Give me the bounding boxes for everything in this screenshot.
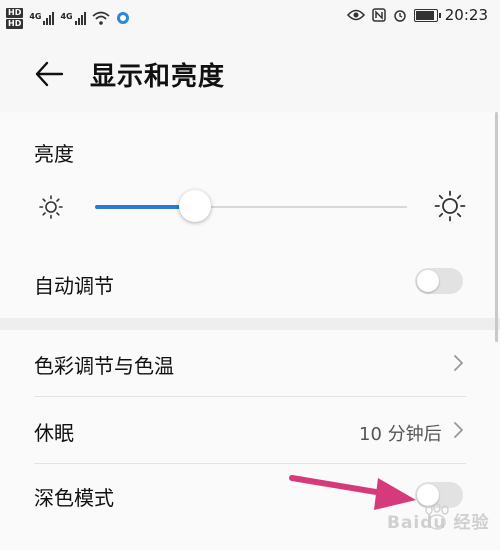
app-header: 显示和亮度 — [0, 48, 500, 100]
signal-icon: 4G — [29, 11, 55, 25]
toggle-knob — [417, 270, 439, 292]
back-arrow-icon[interactable] — [34, 60, 64, 88]
watermark: Baidu 经验 — [383, 500, 493, 536]
scrollbar[interactable] — [495, 112, 498, 342]
sleep-label: 休眠 — [34, 421, 74, 445]
chevron-right-icon — [454, 422, 463, 438]
section-gap — [0, 318, 500, 330]
auto-adjust-label: 自动调节 — [34, 274, 114, 298]
app-notification-icon — [116, 12, 129, 24]
list-item-color-temp[interactable]: 色彩调节与色温 — [0, 330, 500, 396]
network-type: 4G — [60, 11, 73, 21]
brightness-high-icon — [434, 190, 466, 222]
sleep-value: 10 分钟后 — [359, 424, 442, 445]
status-time: 20:23 — [444, 6, 488, 24]
network-type: 4G — [29, 11, 42, 21]
wifi-icon — [92, 11, 110, 25]
eye-icon — [346, 9, 365, 21]
page-title: 显示和亮度 — [90, 62, 226, 92]
status-bar: HD HD 4G 4G 20:23 — [0, 0, 500, 36]
auto-adjust-toggle[interactable] — [415, 268, 463, 294]
chevron-right-icon — [454, 355, 463, 371]
hd-badges: HD HD — [6, 7, 24, 29]
battery-icon — [413, 8, 441, 22]
watermark-text: Baidu 经验 — [387, 513, 490, 533]
brightness-low-icon — [39, 195, 63, 219]
status-left: HD HD 4G 4G — [6, 4, 130, 32]
color-temp-label: 色彩调节与色温 — [34, 354, 174, 378]
brightness-section-title: 亮度 — [34, 142, 74, 166]
brightness-card: 亮度 自动调节 — [0, 112, 500, 318]
battery-level — [415, 10, 434, 20]
brightness-slider[interactable] — [95, 190, 407, 222]
hd-badge: HD — [6, 18, 24, 29]
slider-thumb[interactable] — [178, 190, 211, 222]
alarm-icon — [394, 10, 406, 22]
status-right: 20:23 — [346, 6, 488, 24]
signal-icon: 4G — [60, 11, 86, 25]
dark-mode-label: 深色模式 — [34, 486, 114, 510]
hd-badge: HD — [6, 7, 24, 18]
list-item-sleep[interactable]: 休眠 10 分钟后 — [0, 397, 500, 463]
nfc-icon — [372, 8, 386, 22]
